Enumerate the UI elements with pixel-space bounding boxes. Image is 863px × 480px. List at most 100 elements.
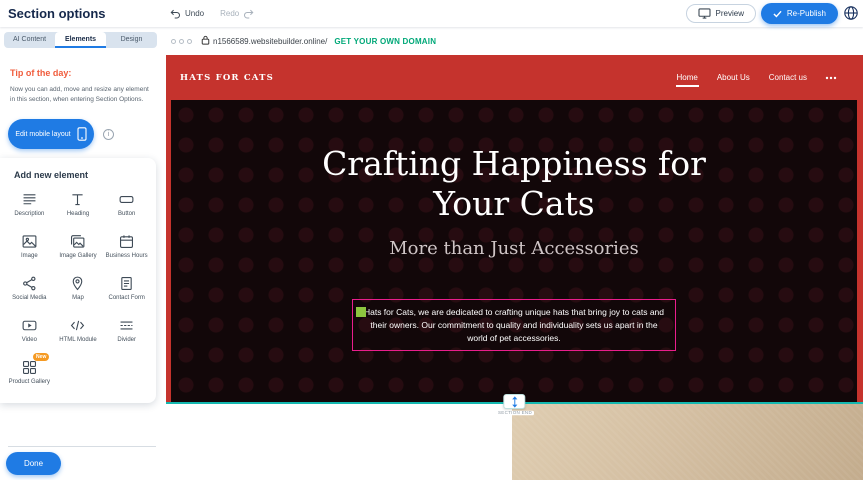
image-icon — [21, 233, 38, 250]
edit-mobile-label: Edit mobile layout — [15, 131, 70, 138]
sidebar-divider — [8, 446, 156, 447]
nav-more-button[interactable] — [825, 76, 837, 80]
element-business-hours[interactable]: Business Hours — [102, 232, 151, 265]
monitor-icon — [698, 8, 711, 19]
map-icon — [69, 275, 86, 292]
element-contact-form[interactable]: Contact Form — [102, 274, 151, 307]
tip-of-the-day-title: Tip of the day: — [10, 68, 71, 78]
nav-item-home[interactable]: Home — [676, 69, 699, 87]
element-label: Button — [118, 211, 135, 219]
element-label: Image — [21, 253, 38, 261]
element-divider[interactable]: Divider — [102, 316, 151, 349]
phone-icon — [77, 127, 87, 141]
preview-button[interactable]: Preview — [686, 4, 756, 23]
nav-item-contact[interactable]: Contact us — [768, 69, 808, 87]
element-label: Contact Form — [108, 295, 144, 303]
republish-button[interactable]: Re-Publish — [761, 3, 838, 24]
check-icon — [773, 10, 782, 18]
hero-subtitle[interactable]: More than Just Accessories — [171, 238, 857, 259]
done-button[interactable]: Done — [6, 452, 61, 475]
drag-handle[interactable] — [356, 307, 366, 317]
language-globe-button[interactable] — [842, 5, 859, 22]
element-heading[interactable]: Heading — [54, 190, 103, 223]
redo-button[interactable]: Redo — [220, 9, 254, 19]
element-button[interactable]: Button — [102, 190, 151, 223]
site-url: n1566589.websitebuilder.online/ — [213, 37, 327, 46]
element-html-module[interactable]: HTML Module — [54, 316, 103, 349]
undo-icon — [170, 9, 181, 19]
video-icon — [21, 317, 38, 334]
browser-dot — [171, 39, 176, 44]
redo-icon — [243, 9, 254, 19]
element-map[interactable]: Map — [54, 274, 103, 307]
top-toolbar: Section options Undo Redo Preview Re-Pub… — [0, 0, 863, 27]
product-gallery-icon — [21, 359, 38, 376]
app-root: Section options Undo Redo Preview Re-Pub… — [0, 0, 863, 480]
mobile-layout-row: Edit mobile layout i — [8, 119, 114, 149]
ellipsis-icon — [825, 76, 837, 80]
element-label: HTML Module — [59, 337, 96, 345]
description-icon — [21, 191, 38, 208]
tab-design[interactable]: Design — [106, 32, 157, 48]
page-title: Section options — [8, 6, 106, 21]
html-module-icon — [69, 317, 86, 334]
tab-elements[interactable]: Elements — [55, 32, 106, 48]
redo-label: Redo — [220, 9, 239, 18]
element-label: Description — [14, 211, 44, 219]
browser-bar: n1566589.websitebuilder.online/ GET YOUR… — [166, 27, 863, 55]
add-element-panel: Add new element Description Heading Butt… — [0, 158, 156, 403]
preview-area: n1566589.websitebuilder.online/ GET YOUR… — [166, 27, 863, 480]
element-product-gallery[interactable]: New Product Gallery — [5, 358, 54, 391]
hero-paragraph-selected[interactable]: Hats for Cats, we are dedicated to craft… — [352, 299, 676, 351]
element-label: Product Gallery — [9, 379, 50, 387]
section-options-sidebar: AI Content Elements Design Tip of the da… — [0, 27, 166, 480]
contact-form-icon — [118, 275, 135, 292]
tab-ai-content[interactable]: AI Content — [4, 32, 55, 48]
element-social-media[interactable]: Social Media — [5, 274, 54, 307]
add-element-title: Add new element — [14, 170, 156, 180]
get-domain-link[interactable]: GET YOUR OWN DOMAIN — [334, 37, 436, 46]
element-image-gallery[interactable]: Image Gallery — [54, 232, 103, 265]
element-description[interactable]: Description — [5, 190, 54, 223]
element-label: Map — [72, 295, 84, 303]
hero-paragraph-text: Hats for Cats, we are dedicated to craft… — [364, 307, 664, 343]
section-resize-handle[interactable]: SECTION END — [489, 394, 540, 416]
hero-section[interactable]: Crafting Happiness for Your Cats More th… — [171, 100, 857, 402]
history-controls: Undo Redo — [170, 0, 254, 27]
resize-vertical-icon — [510, 396, 519, 408]
info-icon[interactable]: i — [103, 129, 114, 140]
element-video[interactable]: Video — [5, 316, 54, 349]
lock-icon — [201, 32, 210, 50]
nav-item-about[interactable]: About Us — [716, 69, 751, 87]
browser-dot — [179, 39, 184, 44]
element-label: Heading — [67, 211, 89, 219]
hero-section-frame: Crafting Happiness for Your Cats More th… — [166, 100, 863, 402]
divider-icon — [118, 317, 135, 334]
next-section-image — [512, 404, 863, 480]
section-end-label: SECTION END — [495, 411, 534, 416]
element-label: Business Hours — [106, 253, 148, 261]
tip-of-the-day-body: Now you can add, move and resize any ele… — [10, 85, 150, 105]
hero-title[interactable]: Crafting Happiness for Your Cats — [294, 144, 734, 223]
site-header[interactable]: HATS FOR CATS Home About Us Contact us — [166, 55, 863, 100]
site-logo[interactable]: HATS FOR CATS — [180, 73, 274, 83]
undo-button[interactable]: Undo — [170, 9, 204, 19]
image-gallery-icon — [69, 233, 86, 250]
heading-icon — [69, 191, 86, 208]
element-label: Video — [22, 337, 37, 345]
element-image[interactable]: Image — [5, 232, 54, 265]
site-nav: Home About Us Contact us — [676, 69, 838, 87]
preview-label: Preview — [716, 9, 744, 18]
republish-label: Re-Publish — [787, 9, 826, 18]
element-label: Social Media — [12, 295, 46, 303]
website-canvas: HATS FOR CATS Home About Us Contact us C… — [166, 55, 863, 480]
button-icon — [118, 191, 135, 208]
edit-mobile-layout-button[interactable]: Edit mobile layout — [8, 119, 94, 149]
business-hours-icon — [118, 233, 135, 250]
new-badge: New — [33, 353, 49, 361]
resize-handle-box[interactable] — [504, 394, 526, 409]
browser-dot — [187, 39, 192, 44]
social-media-icon — [21, 275, 38, 292]
element-label: Image Gallery — [59, 253, 96, 261]
element-grid: Description Heading Button Image Image G… — [0, 190, 156, 391]
